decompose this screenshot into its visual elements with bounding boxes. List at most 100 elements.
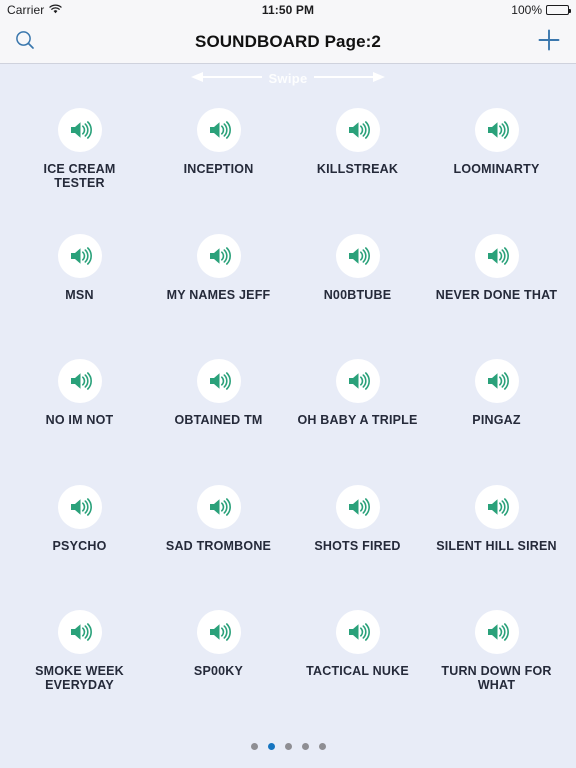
sound-button-circle: [57, 359, 102, 404]
sound-button-label: SMOKE WEEK EVERYDAY: [35, 664, 124, 693]
sound-button-circle: [335, 359, 380, 404]
sound-button-5[interactable]: MY NAMES JEFF: [149, 222, 288, 348]
sound-button-label: KILLSTREAK: [316, 162, 399, 176]
sound-button-circle: [196, 359, 241, 404]
speaker-wave-icon: [487, 246, 509, 265]
sound-button-label: MY NAMES JEFF: [166, 287, 271, 302]
sound-button-3[interactable]: LOOMINARTY: [427, 96, 566, 222]
sound-button-label: LOOMINARTY: [453, 162, 540, 176]
sound-button-13[interactable]: SAD TROMBONE: [149, 473, 288, 599]
sound-button-label: SHOTS FIRED: [314, 538, 401, 553]
sound-button-label: OH BABY A TRIPLE: [297, 413, 418, 428]
sound-button-grid: ICE CREAM TESTER INCEPTION KILLSTREAK LO…: [0, 92, 576, 724]
sound-button-label: TURN DOWN FOR WHAT: [441, 664, 552, 693]
navigation-bar: SOUNDBOARD Page:2: [0, 20, 576, 64]
sound-button-8[interactable]: NO IM NOT: [10, 347, 149, 473]
battery-full-icon: [546, 5, 571, 15]
page-dot-5[interactable]: [318, 742, 326, 750]
speaker-wave-icon: [487, 372, 509, 390]
speaker-wave-icon: [487, 497, 509, 516]
page-dot-2[interactable]: [267, 742, 275, 750]
sound-button-label: MSN: [65, 287, 94, 302]
sound-button-label: INCEPTION: [183, 162, 254, 176]
page-indicator[interactable]: [0, 724, 576, 768]
sound-button-circle: [474, 359, 519, 404]
add-sound-button[interactable]: [536, 27, 562, 56]
wifi-icon: [49, 3, 63, 17]
sound-button-0[interactable]: ICE CREAM TESTER: [10, 96, 149, 222]
swipe-hint: Swipe: [0, 64, 576, 92]
arrow-left-icon: [190, 71, 263, 86]
sound-button-label: SP00KY: [193, 664, 244, 679]
sound-button-circle: [57, 233, 102, 278]
carrier-label: Carrier: [7, 3, 45, 17]
sound-button-circle: [196, 610, 241, 655]
status-bar-right: 100%: [511, 3, 571, 17]
speaker-wave-icon: [70, 623, 92, 642]
sound-button-12[interactable]: PSYCHO: [10, 473, 149, 599]
speaker-wave-icon: [209, 623, 231, 642]
swipe-label: Swipe: [268, 70, 308, 86]
status-bar: Carrier 11:50 PM 100%: [0, 0, 576, 20]
soundboard-app: Carrier 11:50 PM 100% SOUNDBOARD Page:2 …: [0, 0, 576, 768]
sound-button-circle: [335, 108, 380, 152]
sound-button-circle: [335, 610, 380, 655]
sound-button-circle: [196, 108, 241, 152]
sound-button-label: PINGAZ: [472, 413, 521, 428]
sound-button-9[interactable]: OBTAINED TM: [149, 347, 288, 473]
sound-button-4[interactable]: MSN: [10, 222, 149, 348]
speaker-wave-icon: [70, 497, 92, 516]
sound-button-7[interactable]: NEVER DONE THAT: [427, 222, 566, 348]
sound-button-label: TACTICAL NUKE: [306, 664, 409, 679]
speaker-wave-icon: [209, 121, 231, 139]
sound-button-1[interactable]: INCEPTION: [149, 96, 288, 222]
speaker-wave-icon: [70, 121, 92, 139]
speaker-wave-icon: [348, 246, 370, 265]
sound-button-circle: [474, 108, 519, 152]
sound-button-circle: [57, 108, 102, 152]
page-dot-1[interactable]: [250, 742, 258, 750]
sound-button-circle: [196, 233, 241, 278]
speaker-wave-icon: [487, 121, 509, 139]
sound-button-11[interactable]: PINGAZ: [427, 347, 566, 473]
sound-button-circle: [474, 484, 519, 529]
sound-button-17[interactable]: SP00KY: [149, 598, 288, 724]
page-dot-3[interactable]: [284, 742, 292, 750]
speaker-wave-icon: [348, 121, 370, 139]
sound-button-label: NEVER DONE THAT: [435, 287, 558, 302]
status-bar-time: 11:50 PM: [261, 3, 315, 17]
sound-button-circle: [335, 484, 380, 529]
sound-button-14[interactable]: SHOTS FIRED: [288, 473, 427, 599]
sound-button-circle: [474, 233, 519, 278]
speaker-wave-icon: [209, 372, 231, 390]
speaker-wave-icon: [348, 623, 370, 642]
sound-button-label: SAD TROMBONE: [165, 538, 272, 553]
sound-button-label: SILENT HILL SIREN: [436, 538, 557, 553]
arrow-right-icon: [313, 71, 386, 86]
speaker-wave-icon: [348, 497, 370, 516]
search-button[interactable]: [14, 29, 36, 54]
speaker-wave-icon: [348, 372, 370, 390]
speaker-wave-icon: [209, 497, 231, 516]
sound-button-circle: [335, 233, 380, 278]
speaker-wave-icon: [70, 372, 92, 390]
sound-button-6[interactable]: N00BTUBE: [288, 222, 427, 348]
speaker-wave-icon: [70, 246, 92, 265]
status-bar-left: Carrier: [7, 3, 63, 17]
sound-button-10[interactable]: OH BABY A TRIPLE: [288, 347, 427, 473]
speaker-wave-icon: [209, 246, 231, 265]
sound-button-circle: [196, 484, 241, 529]
sound-button-2[interactable]: KILLSTREAK: [288, 96, 427, 222]
speaker-wave-icon: [487, 623, 509, 642]
sound-button-label: PSYCHO: [52, 538, 107, 553]
sound-button-circle: [474, 610, 519, 655]
sound-button-15[interactable]: SILENT HILL SIREN: [427, 473, 566, 599]
sound-button-circle: [57, 484, 102, 529]
sound-button-18[interactable]: TACTICAL NUKE: [288, 598, 427, 724]
page-dot-4[interactable]: [301, 742, 309, 750]
battery-percent-label: 100%: [511, 3, 542, 17]
sound-button-16[interactable]: SMOKE WEEK EVERYDAY: [10, 598, 149, 724]
sound-button-19[interactable]: TURN DOWN FOR WHAT: [427, 598, 566, 724]
page-title: SOUNDBOARD Page:2: [195, 31, 381, 51]
sound-button-label: ICE CREAM TESTER: [43, 162, 116, 190]
